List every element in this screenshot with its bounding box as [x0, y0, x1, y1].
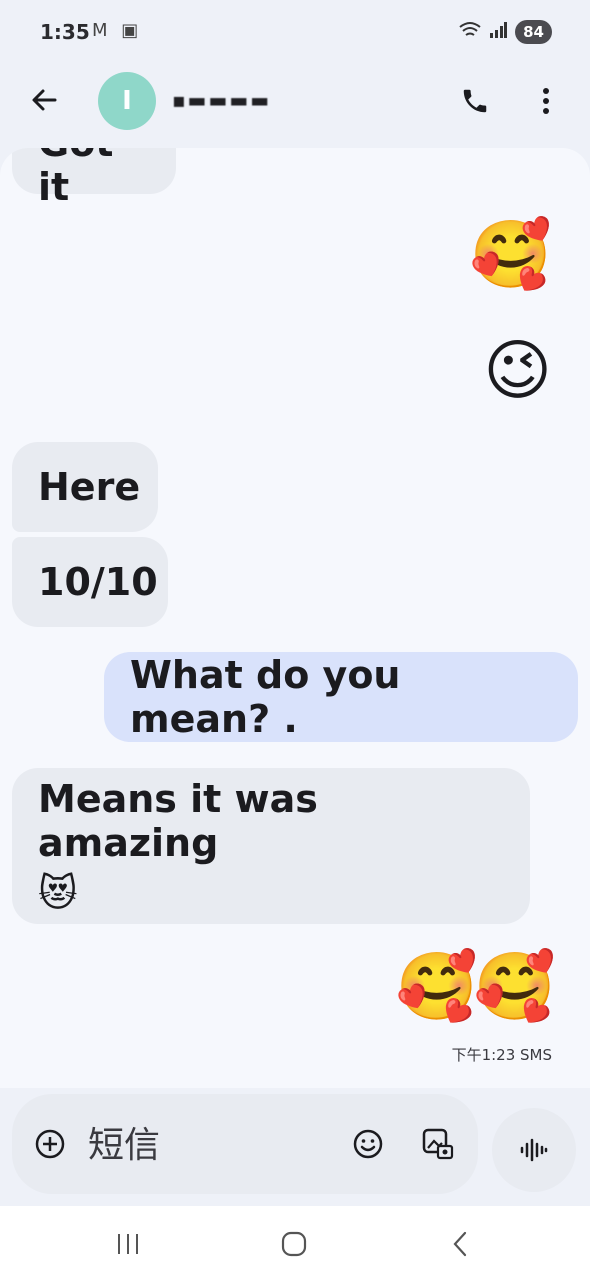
system-navigation-bar — [0, 1206, 590, 1280]
message-timestamp: 下午1:23 SMS — [451, 1046, 552, 1064]
conversation-header: I ▪▬▬▬▬ — [0, 62, 590, 150]
back-icon[interactable] — [436, 1224, 484, 1264]
emoji-message[interactable]: 😉 — [483, 338, 552, 404]
contact-name[interactable]: ▪▬▬▬▬ — [172, 80, 332, 120]
message-text: Got it — [38, 148, 113, 209]
voice-icon[interactable] — [492, 1108, 576, 1192]
avatar[interactable]: I — [98, 72, 156, 130]
message-bubble-incoming[interactable]: Got it — [12, 148, 176, 209]
message-composer — [12, 1094, 478, 1194]
message-text: What do you mean? . — [130, 653, 401, 741]
message-bubble-incoming[interactable]: Here — [12, 442, 158, 532]
message-bubble-outgoing[interactable]: What do you mean? . — [104, 652, 578, 742]
add-icon[interactable] — [32, 1126, 68, 1162]
more-vert-icon[interactable] — [530, 82, 562, 120]
recents-icon[interactable] — [104, 1224, 152, 1264]
signal-icon — [489, 22, 508, 42]
message-bubble-incoming[interactable]: 10/10 — [12, 537, 168, 627]
wifi-icon — [459, 21, 481, 43]
message-text: Means it was amazing — [38, 777, 318, 865]
phone-icon[interactable] — [456, 82, 494, 120]
status-bar: 1:35 M ▣ 84 — [0, 0, 590, 62]
home-icon[interactable] — [270, 1224, 318, 1264]
emoji-cat-heart-eyes: 😻 — [38, 871, 78, 915]
battery-indicator: 84 — [515, 20, 552, 44]
message-text: 10/10 — [38, 560, 158, 604]
emoji-message[interactable]: 🥰 — [470, 222, 552, 288]
message-bubble-incoming[interactable]: Means it was amazing 😻 — [12, 768, 530, 924]
status-time: 1:35 — [40, 20, 90, 44]
screenshot-icon: ▣ — [121, 20, 143, 41]
arrow-back-icon[interactable] — [26, 82, 62, 118]
gmail-icon: M — [92, 20, 112, 41]
message-list[interactable]: Got it 🥰 😉 Here 10/10 What do you mean? … — [0, 148, 590, 1088]
emoji-icon[interactable] — [350, 1126, 386, 1162]
message-input[interactable] — [86, 1118, 330, 1172]
emoji-message[interactable]: 🥰🥰 — [396, 954, 556, 1020]
gallery-icon[interactable] — [420, 1126, 456, 1162]
message-text: Here — [38, 465, 141, 509]
